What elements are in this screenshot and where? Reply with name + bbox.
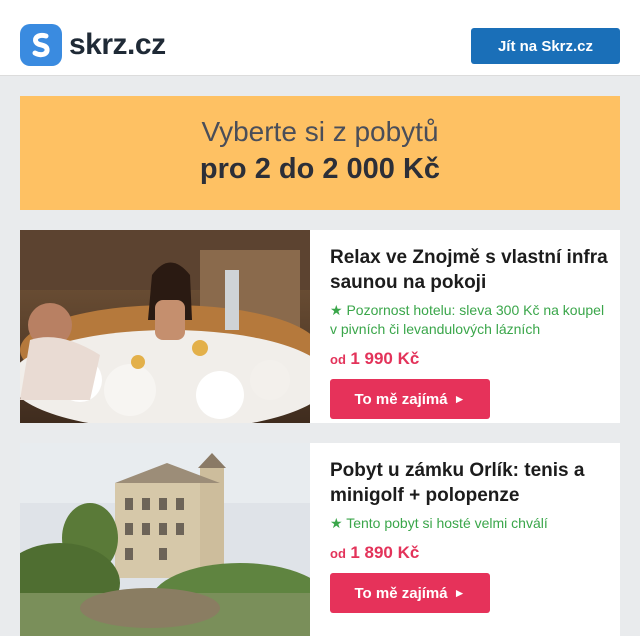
price-value: 1 890 Kč [350,543,420,562]
offer-note: ★ Tento pobyt si hosté velmi chválí [330,514,610,533]
offer-details: Relax ve Znojmě s vlastní infra saunou n… [330,245,610,419]
banner-subheadline: pro 2 do 2 000 Kč [199,153,441,185]
offer-price: od 1 990 Kč [330,349,610,369]
header: skrz.cz Jít na Skrz.cz [0,0,640,76]
offer-title[interactable]: Pobyt u zámku Orlík: tenis a minigolf + … [330,458,610,508]
banner-headline: Vyberte si z pobytů [201,116,439,147]
offer-details: Pobyt u zámku Orlík: tenis a minigolf + … [330,458,610,613]
offer-note-text: Tento pobyt si hosté velmi chválí [346,515,548,531]
logo-text: skrz.cz [69,28,166,61]
offer-price: od 1 890 Kč [330,543,610,563]
logo-icon [20,24,62,66]
logo[interactable]: skrz.cz [20,24,166,66]
offer-note-text: Pozornost hotelu: sleva 300 Kč na koupel… [330,302,605,337]
star-icon: ★ [330,515,343,531]
play-arrow-icon: ► [453,586,466,600]
play-arrow-icon: ► [453,392,466,406]
price-prefix: od [330,352,346,367]
price-prefix: od [330,546,346,561]
offer-image-spa[interactable] [20,230,310,423]
interested-button[interactable]: To mě zajímá ► [330,573,490,613]
promo-banner: Vyberte si z pobytů pro 2 do 2 000 Kč [20,96,620,210]
interested-button-label: To mě zajímá [354,390,448,408]
interested-button[interactable]: To mě zajímá ► [330,379,490,419]
interested-button-label: To mě zajímá [354,584,448,602]
price-value: 1 990 Kč [350,349,420,368]
offer-note: ★ Pozornost hotelu: sleva 300 Kč na koup… [330,301,610,339]
go-to-skrz-button[interactable]: Jít na Skrz.cz [471,28,620,64]
offer-card[interactable]: Relax ve Znojmě s vlastní infra saunou n… [20,230,620,423]
star-icon: ★ [330,302,343,318]
offer-image-castle[interactable] [20,443,310,636]
offer-card[interactable]: Pobyt u zámku Orlík: tenis a minigolf + … [20,443,620,636]
offer-title[interactable]: Relax ve Znojmě s vlastní infra saunou n… [330,245,610,295]
